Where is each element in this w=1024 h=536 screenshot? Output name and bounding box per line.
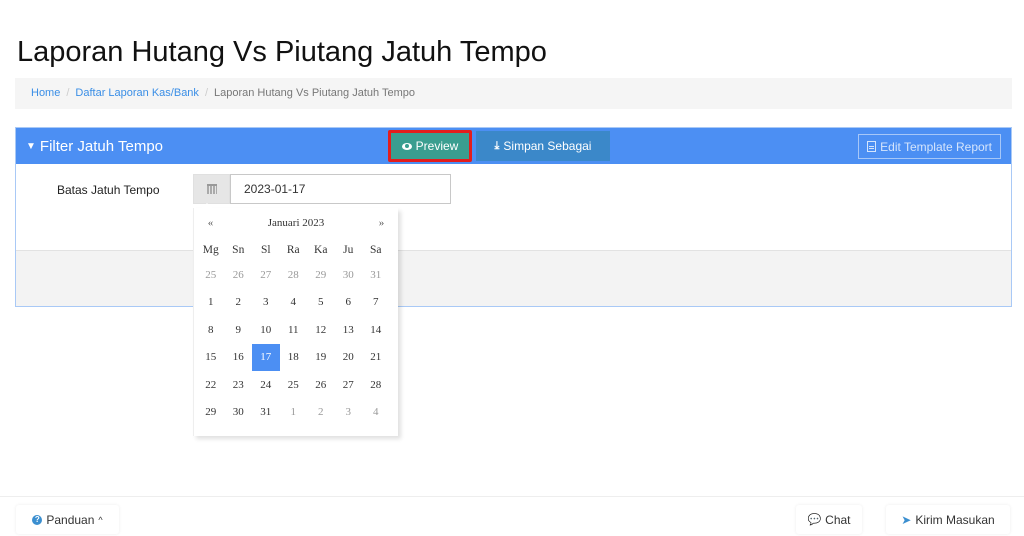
breadcrumb: Home / Daftar Laporan Kas/Bank / Laporan Hut… xyxy=(15,78,1012,109)
day-cell[interactable]: 22 xyxy=(197,371,225,399)
chat-bubble-icon: 💬 xyxy=(807,514,822,526)
breadcrumb-separator: / xyxy=(204,87,208,99)
day-cell[interactable]: 18 xyxy=(280,344,308,372)
day-cell[interactable]: 26 xyxy=(225,261,253,289)
weekday-header: Ju xyxy=(343,243,354,256)
day-cell[interactable]: 8 xyxy=(197,316,225,344)
day-cell[interactable]: 10 xyxy=(252,316,280,344)
day-cell[interactable]: 29 xyxy=(197,399,225,427)
breadcrumb-home[interactable]: Home xyxy=(31,87,60,99)
chevron-up-icon: ^ xyxy=(98,514,103,525)
day-cell[interactable]: 24 xyxy=(252,371,280,399)
chat-label: Chat xyxy=(825,512,851,527)
day-cell-selected[interactable]: 17 xyxy=(252,343,280,371)
day-cell[interactable]: 31 xyxy=(252,399,280,427)
breadcrumb-daftar-laporan[interactable]: Daftar Laporan Kas/Bank xyxy=(75,87,199,99)
feedback-label: Kirim Masukan xyxy=(915,512,995,527)
day-cell[interactable]: 6 xyxy=(335,289,363,317)
day-cell[interactable]: 30 xyxy=(335,261,363,289)
filter-icon: ▼ xyxy=(26,140,36,152)
month-title[interactable]: Januari 2023 xyxy=(224,217,368,229)
day-cell[interactable]: 9 xyxy=(225,316,253,344)
day-cell[interactable]: 20 xyxy=(335,344,363,372)
due-date-input[interactable] xyxy=(230,174,451,204)
day-cell[interactable]: 23 xyxy=(225,371,253,399)
panel-footer xyxy=(16,250,1011,306)
day-cell[interactable]: 3 xyxy=(335,399,363,427)
weekday-header: Mg xyxy=(202,243,219,256)
day-cell[interactable]: 7 xyxy=(362,289,390,317)
day-cell[interactable]: 31 xyxy=(362,261,390,289)
chat-button[interactable]: 💬 Chat xyxy=(796,505,862,534)
day-cell[interactable]: 5 xyxy=(307,289,335,317)
calendar-addon[interactable] xyxy=(193,174,230,204)
day-cell[interactable]: 25 xyxy=(197,261,225,289)
edit-template-report-button[interactable]: Edit Template Report xyxy=(858,134,1001,159)
day-cell[interactable]: 27 xyxy=(252,261,280,289)
day-cell[interactable]: 28 xyxy=(280,261,308,289)
day-cell[interactable]: 4 xyxy=(362,399,390,427)
weekday-header: Sn xyxy=(232,243,245,256)
weekday-header: Ra xyxy=(286,243,300,256)
day-cell[interactable]: 13 xyxy=(335,316,363,344)
calendar-icon xyxy=(206,184,217,194)
document-icon xyxy=(867,141,877,152)
day-cell[interactable]: 29 xyxy=(307,261,335,289)
day-cell[interactable]: 11 xyxy=(280,316,308,344)
day-cell[interactable]: 28 xyxy=(362,371,390,399)
breadcrumb-separator: / xyxy=(66,87,70,99)
preview-button[interactable]: Preview xyxy=(388,130,472,162)
weekday-header: Ka xyxy=(314,243,328,256)
due-date-label: Batas Jatuh Tempo xyxy=(57,183,160,197)
save-as-label: Simpan Sebagai xyxy=(503,139,592,153)
due-date-row: Batas Jatuh Tempo xyxy=(16,174,1011,204)
day-cell[interactable]: 12 xyxy=(307,316,335,344)
panel-title: Filter Jatuh Tempo xyxy=(39,137,164,155)
day-cell[interactable]: 1 xyxy=(197,289,225,317)
day-cell[interactable]: 14 xyxy=(362,316,390,344)
breadcrumb-current: Laporan Hutang Vs Piutang Jatuh Tempo xyxy=(214,87,415,99)
datepicker-header: « Januari 2023 » xyxy=(194,208,398,238)
prev-month-button[interactable]: « xyxy=(197,217,224,229)
send-feedback-button[interactable]: ➤ Kirim Masukan xyxy=(886,505,1010,534)
paper-plane-icon: ➤ xyxy=(901,512,912,527)
day-cell[interactable]: 21 xyxy=(362,344,390,372)
preview-label: Preview xyxy=(415,139,459,153)
day-cell[interactable]: 27 xyxy=(335,371,363,399)
day-cell[interactable]: 1 xyxy=(280,399,308,427)
day-cell[interactable]: 16 xyxy=(225,344,253,372)
download-icon: ⤓ xyxy=(494,139,500,152)
day-cell[interactable]: 25 xyxy=(280,371,308,399)
datepicker-grid: Mg Sn Sl Ra Ka Ju Sa 25 26 27 28 29 30 31 1 2 3 4 5 6 7 8 9 10 1… xyxy=(194,238,398,426)
day-cell[interactable]: 30 xyxy=(225,399,253,427)
day-cell[interactable]: 2 xyxy=(225,289,253,317)
edit-template-label: Edit Template Report xyxy=(880,139,992,154)
day-cell[interactable]: 19 xyxy=(307,344,335,372)
page-title: Laporan Hutang Vs Piutang Jatuh Tempo xyxy=(17,36,547,68)
eye-icon xyxy=(401,142,412,150)
day-cell[interactable]: 15 xyxy=(197,344,225,372)
day-cell[interactable]: 4 xyxy=(280,289,308,317)
bottom-divider xyxy=(0,496,1024,497)
datepicker-dropdown: « Januari 2023 » Mg Sn Sl Ra Ka Ju Sa 25 26 27 28 2… xyxy=(193,203,398,436)
next-month-button[interactable]: » xyxy=(368,217,395,229)
day-cell[interactable]: 26 xyxy=(307,371,335,399)
question-circle-icon: ? xyxy=(32,514,43,525)
guide-button[interactable]: ? Panduan ^ xyxy=(16,505,119,534)
day-cell[interactable]: 3 xyxy=(252,289,280,317)
day-cell[interactable]: 2 xyxy=(307,399,335,427)
weekday-header: Sl xyxy=(260,243,271,256)
guide-label: Panduan xyxy=(46,512,95,527)
datepicker-caret xyxy=(202,203,212,208)
save-as-button[interactable]: ⤓ Simpan Sebagai xyxy=(476,131,610,161)
weekday-header: Sa xyxy=(370,243,382,256)
